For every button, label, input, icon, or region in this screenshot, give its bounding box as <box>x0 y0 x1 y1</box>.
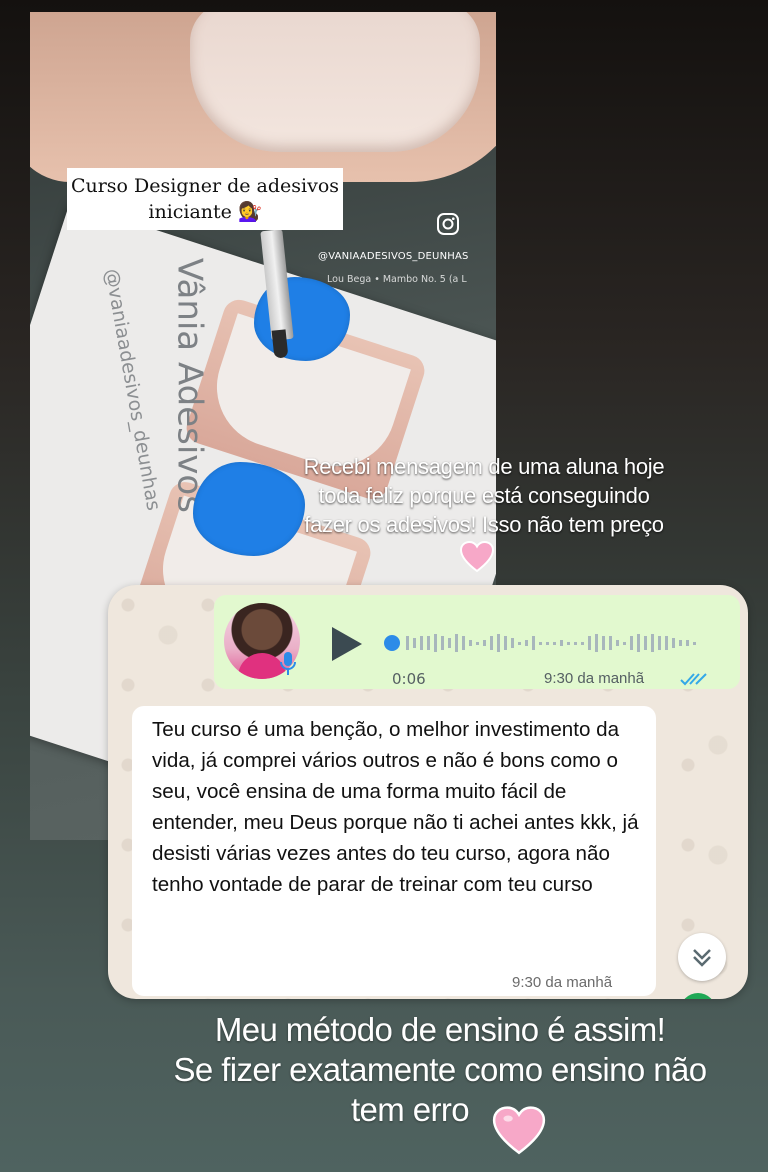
chevron-down-icon <box>693 949 711 967</box>
message-text: Teu curso é uma benção, o melhor investi… <box>152 718 639 896</box>
story-overlay-text: Recebi mensagem de uma aluna hoje toda f… <box>303 454 665 537</box>
card-brand-text: Vânia Adesivos <box>169 257 210 513</box>
instagram-handle[interactable]: @VANIAADESIVOS_DEUNHAS <box>318 251 469 262</box>
music-label[interactable]: Lou Bega • Mambo No. 5 (a L <box>327 274 467 285</box>
green-fab-button[interactable] <box>680 993 716 999</box>
heart-icon-large <box>491 1106 547 1160</box>
story-bottom-text: Meu método de ensino é assim! Se fizer e… <box>120 1010 760 1130</box>
video-caption-line1: Curso Designer de adesivos <box>70 175 340 197</box>
instagram-icon[interactable] <box>436 212 460 240</box>
bottom-text-line1: Meu método de ensino é assim! <box>214 1011 666 1048</box>
microphone-icon <box>280 651 296 681</box>
voice-message-bubble[interactable]: 0:06 9:30 da manhã <box>214 595 740 689</box>
video-caption: Curso Designer de adesivos iniciante 💇‍♀… <box>67 168 343 230</box>
video-caption-line2: iniciante 💇‍♀️ <box>148 201 262 223</box>
finger <box>30 12 496 182</box>
bottom-text-line3: tem erro <box>350 1091 470 1128</box>
whatsapp-screenshot: 0:06 9:30 da manhã Teu curso é uma bençã… <box>108 585 748 999</box>
blue-paint-blob-2 <box>193 462 305 556</box>
play-icon[interactable] <box>332 627 362 661</box>
audio-waveform[interactable] <box>406 631 716 655</box>
double-check-read-icon <box>679 671 709 691</box>
heart-icon <box>459 540 495 577</box>
fingernail <box>190 12 480 152</box>
scroll-down-button[interactable] <box>678 933 726 981</box>
bottom-text-line2: Se fizer exatamente como ensino não <box>173 1051 708 1088</box>
paint-brush-tip <box>271 329 289 359</box>
text-message-bubble[interactable]: Teu curso é uma benção, o melhor investi… <box>132 706 656 996</box>
voice-timestamp: 9:30 da manhã <box>544 670 645 687</box>
voice-duration: 0:06 <box>392 670 426 688</box>
message-timestamp: 9:30 da manhã <box>512 974 613 991</box>
playback-position-handle[interactable] <box>384 635 400 651</box>
